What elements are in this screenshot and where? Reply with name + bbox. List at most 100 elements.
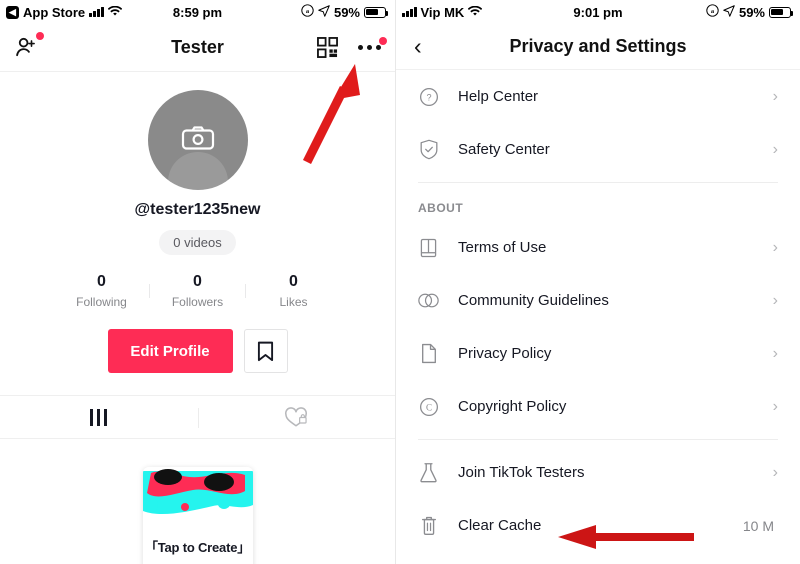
list-item-label: Join TikTok Testers <box>458 464 585 481</box>
chevron-left-icon[interactable]: ‹ <box>414 35 422 58</box>
dual-phone-screenshot: ◀ App Store 8:59 pm a 59% Tester @tester… <box>0 0 800 564</box>
battery-percent-label: 59% <box>333 4 360 20</box>
tab-divider <box>197 408 199 428</box>
chevron-right-icon: › <box>772 238 778 256</box>
divider <box>418 439 778 440</box>
right-phone-screen: Vip MK 9:01 pm a 59% ‹ Privacy and Setti… <box>396 0 800 564</box>
bookmark-button[interactable] <box>243 329 288 373</box>
community-rings-icon <box>418 290 439 311</box>
list-item-clear-cache[interactable]: Clear Cache 10 M <box>418 499 778 552</box>
trash-icon <box>418 515 439 536</box>
shield-check-icon <box>418 139 439 160</box>
navbar-right-actions <box>317 37 387 58</box>
chevron-left-icon: ◀ <box>6 5 19 19</box>
chevron-right-icon: › <box>772 140 778 158</box>
status-bar-left-group: ◀ App Store <box>6 5 122 20</box>
list-item-label: Copyright Policy <box>458 398 567 415</box>
list-item-help-center[interactable]: ? Help Center › <box>418 70 778 123</box>
at-circle-icon: a <box>706 4 719 20</box>
stat-label: Following <box>76 295 127 309</box>
at-circle-icon: a <box>301 4 314 20</box>
chevron-right-icon: › <box>772 291 778 309</box>
copyright-icon: C <box>418 396 439 417</box>
chevron-right-icon: › <box>772 87 778 105</box>
more-dots-icon <box>358 45 381 50</box>
divider <box>418 182 778 183</box>
chevron-right-icon: › <box>772 397 778 415</box>
status-bar-left-group: Vip MK <box>402 4 483 20</box>
list-item-join-tiktok-testers[interactable]: Join TikTok Testers › <box>418 446 778 499</box>
book-icon <box>418 237 439 258</box>
profile-section: @tester1235new 0 videos 0 Following 0 Fo… <box>0 72 395 564</box>
add-friends-button[interactable] <box>14 32 44 60</box>
stat-value: 0 <box>289 273 298 290</box>
list-item-label: Clear Cache <box>458 517 542 534</box>
chevron-right-icon: › <box>772 344 778 362</box>
qr-code-button[interactable] <box>317 37 338 58</box>
avatar[interactable] <box>147 90 248 190</box>
location-arrow-icon <box>723 4 735 20</box>
settings-list: ? Help Center › Safety Center › ABOUT Te… <box>396 70 800 552</box>
list-item-label: Terms of Use <box>458 239 547 256</box>
list-item-label: Safety Center <box>458 141 550 158</box>
left-navbar: Tester <box>0 24 395 72</box>
svg-text:?: ? <box>426 92 431 102</box>
left-status-bar: ◀ App Store 8:59 pm a 59% <box>0 0 395 24</box>
list-item-label: Privacy Policy <box>458 345 552 362</box>
tap-to-create-label: 「Tap to Create」 <box>144 540 251 555</box>
carrier-label: Vip MK <box>420 4 465 20</box>
wifi-icon <box>468 5 483 20</box>
status-bar-right-group: a 59% <box>301 4 389 20</box>
grid-posts-icon <box>90 408 108 426</box>
left-phone-screen: ◀ App Store 8:59 pm a 59% Tester @tester… <box>0 0 396 564</box>
stat-following[interactable]: 0 Following <box>54 273 149 309</box>
back-app-label: App Store <box>23 4 86 20</box>
battery-percent-label: 59% <box>738 4 765 20</box>
avatar-silhouette <box>167 152 228 190</box>
edit-profile-button[interactable]: Edit Profile <box>107 329 233 373</box>
stat-likes[interactable]: 0 Likes <box>246 273 341 309</box>
list-item-label: Community Guidelines <box>458 292 609 309</box>
battery-icon <box>769 6 794 18</box>
svg-text:a: a <box>711 8 715 15</box>
more-options-button[interactable] <box>358 37 387 50</box>
notification-badge-dot <box>36 32 44 40</box>
question-circle-icon: ? <box>418 86 439 107</box>
profile-handle: @tester1235new <box>134 201 261 218</box>
list-item-privacy-policy[interactable]: Privacy Policy › <box>418 327 778 380</box>
chevron-right-icon: › <box>772 463 778 481</box>
page-title: Privacy and Settings <box>509 36 687 56</box>
flask-icon <box>418 462 439 483</box>
svg-text:a: a <box>306 8 310 15</box>
cellular-bars-icon <box>402 7 417 17</box>
list-item-safety-center[interactable]: Safety Center › <box>418 123 778 176</box>
list-item-terms-of-use[interactable]: Terms of Use › <box>418 221 778 274</box>
heart-lock-liked-icon <box>285 406 308 426</box>
stat-value: 0 <box>193 273 202 290</box>
stat-value: 0 <box>97 273 106 290</box>
location-arrow-icon <box>318 4 330 20</box>
battery-icon <box>364 6 389 18</box>
list-item-copyright-policy[interactable]: C Copyright Policy › <box>418 380 778 433</box>
profile-tabs <box>0 395 395 439</box>
list-item-label: Help Center <box>458 88 539 105</box>
bookmark-icon <box>257 341 274 361</box>
tab-posts[interactable] <box>0 396 198 438</box>
document-icon <box>418 343 439 364</box>
list-item-community-guidelines[interactable]: Community Guidelines › <box>418 274 778 327</box>
tab-liked[interactable] <box>198 396 396 438</box>
stat-followers[interactable]: 0 Followers <box>150 273 245 309</box>
right-navbar: ‹ Privacy and Settings <box>396 24 800 70</box>
tap-to-create-card[interactable]: 「Tap to Create」 <box>142 467 253 564</box>
profile-stats: 0 Following 0 Followers 0 Likes <box>0 273 395 309</box>
right-status-bar: Vip MK 9:01 pm a 59% <box>396 0 800 24</box>
more-badge-dot <box>379 37 387 45</box>
videos-count-chip[interactable]: 0 videos <box>159 230 236 255</box>
status-bar-right-group: a 59% <box>706 4 794 20</box>
section-header-about: ABOUT <box>418 201 464 215</box>
cellular-bars-icon <box>89 7 104 17</box>
wifi-icon <box>107 5 122 20</box>
svg-text:C: C <box>425 402 431 412</box>
stat-label: Followers <box>171 295 224 309</box>
camera-avatar-placeholder-icon <box>181 126 214 150</box>
